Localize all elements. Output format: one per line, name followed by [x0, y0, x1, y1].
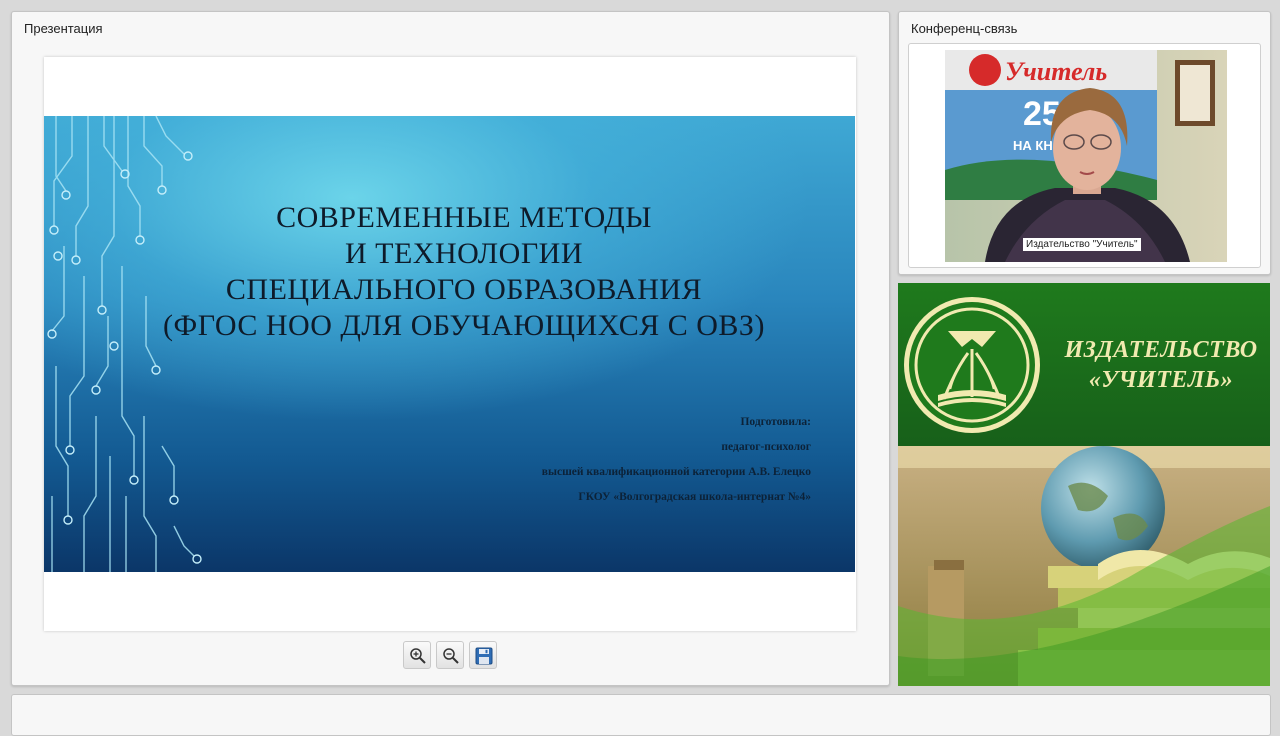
publisher-logo-icon	[904, 297, 1040, 433]
publisher-name-line: «УЧИТЕЛЬ»	[1088, 367, 1234, 393]
slide-title-line: (ФГОС НОО ДЛЯ ОБУЧАЮЩИХСЯ С ОВЗ)	[163, 309, 765, 342]
zoom-out-icon	[443, 648, 459, 664]
publisher-name-line: ИЗДАТЕЛЬСТВО	[1064, 337, 1258, 363]
slide-credit-line: ГКОУ «Волгоградская школа-интернат №4»	[578, 491, 811, 503]
slide-title-line: СОВРЕМЕННЫЕ МЕТОДЫ	[276, 201, 652, 234]
save-button[interactable]	[469, 641, 497, 669]
zoom-in-button[interactable]	[403, 641, 431, 669]
zoom-in-icon	[410, 648, 426, 664]
presentation-panel-title: Презентация	[24, 21, 103, 36]
presentation-panel: Презентация СОВРЕМЕННЫЕ МЕТОДЫ И ТЕХНОЛО…	[11, 11, 890, 686]
slide-credits: Подготовила: педагог-психолог высшей ква…	[391, 410, 811, 510]
webcam-video[interactable]: Учитель 25 НА КНИЖ Издательство "Учитель…	[945, 50, 1227, 262]
zoom-out-button[interactable]	[436, 641, 464, 669]
slide-title: СОВРЕМЕННЫЕ МЕТОДЫ И ТЕХНОЛОГИИ СПЕЦИАЛЬ…	[104, 200, 824, 344]
slide-title-line: СПЕЦИАЛЬНОГО ОБРАЗОВАНИЯ	[225, 273, 703, 306]
publisher-name: ИЗДАТЕЛЬСТВО «УЧИТЕЛЬ»	[1056, 335, 1266, 395]
slide-page: СОВРЕМЕННЫЕ МЕТОДЫ И ТЕХНОЛОГИИ СПЕЦИАЛЬ…	[44, 57, 856, 631]
slide-credit-line: высшей квалификационной категории А.В. Е…	[541, 466, 811, 478]
poster-text: Учитель	[1005, 57, 1107, 86]
video-scene: Учитель 25 НА КНИЖ	[945, 50, 1227, 262]
banner-top: ИЗДАТЕЛЬСТВО «УЧИТЕЛЬ»	[898, 283, 1270, 446]
video-container: Учитель 25 НА КНИЖ Издательство "Учитель…	[908, 43, 1261, 268]
publisher-banner[interactable]: ИЗДАТЕЛЬСТВО «УЧИТЕЛЬ»	[898, 283, 1270, 686]
slide-title-line: И ТЕХНОЛОГИИ	[344, 237, 583, 270]
slide: СОВРЕМЕННЫЕ МЕТОДЫ И ТЕХНОЛОГИИ СПЕЦИАЛЬ…	[44, 116, 855, 572]
conference-panel-title: Конференц-связь	[911, 21, 1018, 36]
books-globe-image	[898, 446, 1270, 686]
floppy-disk-icon	[475, 647, 493, 665]
conference-panel: Конференц-связь Учитель 25 НА КНИЖ Издат…	[898, 11, 1271, 275]
participant-name-label: Издательство "Учитель"	[1023, 238, 1141, 251]
bottom-panel	[11, 694, 1271, 736]
slide-credit-line: Подготовила:	[740, 416, 811, 428]
slide-credit-line: педагог-психолог	[721, 441, 811, 453]
